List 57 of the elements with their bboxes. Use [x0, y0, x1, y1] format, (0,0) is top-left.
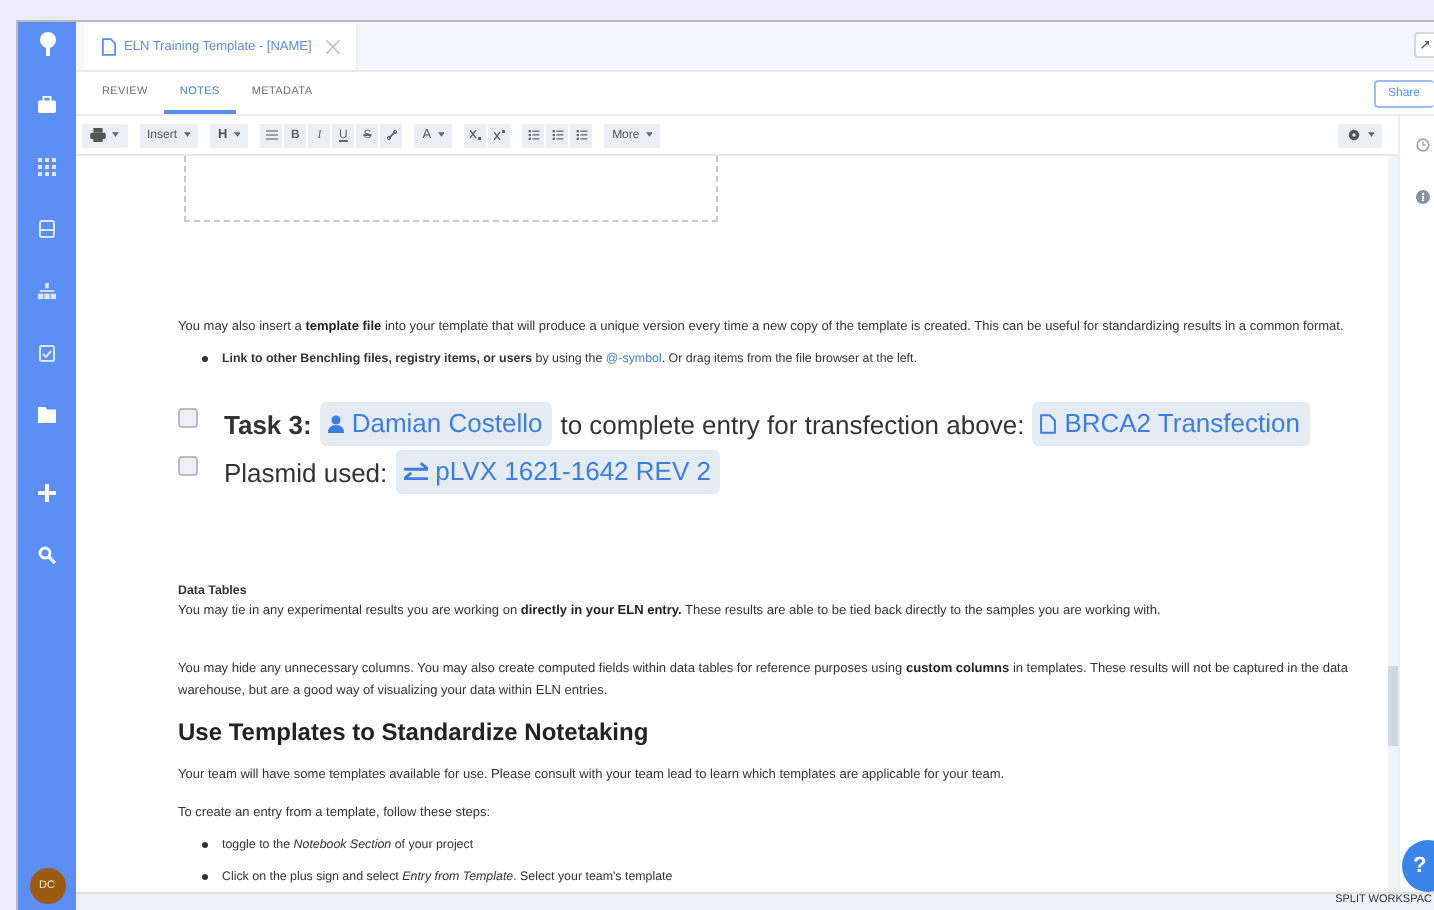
hierarchy-icon[interactable] — [38, 282, 56, 300]
document-icon — [102, 38, 116, 56]
logo-icon[interactable] — [37, 32, 57, 56]
section-heading: Use Templates to Standardize Notetaking — [178, 718, 651, 746]
expand-icon — [1420, 40, 1430, 50]
numbered-list-icon — [551, 130, 564, 140]
superscript-icon — [493, 130, 506, 140]
bullet-icon — [202, 842, 208, 848]
caret-icon — [183, 132, 191, 138]
folder-icon[interactable] — [38, 406, 56, 424]
swap-arrows-icon — [403, 462, 428, 480]
task-text: to complete entry for transfection above: — [560, 409, 1025, 439]
caret-icon — [112, 132, 119, 138]
briefcase-icon[interactable] — [38, 96, 56, 114]
bulleted-list-button[interactable] — [522, 123, 545, 147]
search-icon[interactable] — [38, 546, 56, 564]
user-mention[interactable]: Damian Costello — [319, 402, 553, 446]
expand-button[interactable] — [1414, 32, 1434, 58]
numbered-list-button[interactable] — [546, 123, 569, 147]
checkbox[interactable] — [178, 456, 198, 476]
checklist-icon — [575, 130, 588, 140]
align-button[interactable] — [260, 123, 283, 147]
info-icon[interactable] — [1415, 190, 1429, 204]
sequence-link[interactable]: pLVX 1621-1642 REV 2 — [395, 450, 721, 494]
caret-icon — [1367, 132, 1374, 138]
document-icon — [1040, 413, 1057, 433]
settings-dropdown[interactable] — [1337, 123, 1382, 147]
close-icon[interactable] — [325, 40, 340, 54]
link-button[interactable] — [380, 123, 403, 147]
link-icon — [385, 130, 398, 140]
clock-icon[interactable] — [1415, 138, 1429, 152]
bullet-icon — [202, 874, 208, 880]
superscript-button[interactable] — [488, 123, 511, 147]
settings-icon — [1345, 128, 1361, 142]
printer-icon — [90, 128, 106, 142]
scrollbar[interactable] — [1388, 156, 1398, 892]
caret-icon — [233, 132, 241, 138]
bulleted-list-icon — [527, 130, 540, 140]
inbox-icon[interactable] — [38, 220, 56, 238]
subscript-button[interactable] — [464, 123, 487, 147]
task-label: Task 3: — [224, 409, 312, 439]
checklist-button[interactable] — [570, 123, 593, 147]
print-button[interactable] — [82, 123, 127, 147]
scrollbar-thumb[interactable] — [1388, 666, 1398, 746]
bullet-icon — [202, 356, 208, 362]
align-icon — [265, 130, 278, 140]
task-text: Plasmid used: — [224, 457, 388, 487]
clipboard-icon[interactable] — [38, 344, 56, 362]
subscript-icon — [469, 130, 482, 140]
grid-icon[interactable] — [38, 158, 56, 176]
checkbox[interactable] — [178, 408, 198, 428]
help-button[interactable]: ? — [1401, 840, 1434, 892]
caret-icon — [437, 132, 445, 138]
plus-icon[interactable] — [38, 484, 56, 502]
caret-icon — [645, 132, 653, 138]
person-icon — [327, 413, 344, 433]
entry-link[interactable]: BRCA2 Transfection — [1032, 402, 1310, 446]
